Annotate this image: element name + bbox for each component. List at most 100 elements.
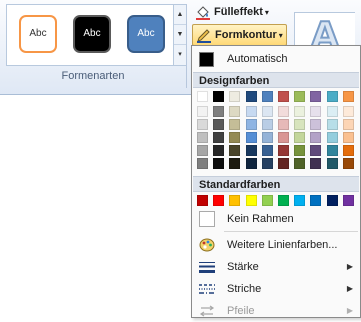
theme-color-swatch[interactable] <box>278 158 289 169</box>
theme-color-swatch[interactable] <box>229 132 240 143</box>
theme-color-swatch[interactable] <box>327 119 338 130</box>
theme-color-swatch[interactable] <box>343 158 354 169</box>
theme-color-swatch[interactable] <box>197 158 208 169</box>
theme-color-swatch[interactable] <box>294 91 305 102</box>
shape-fill-button[interactable]: Fülleffekt ▾ <box>192 2 275 22</box>
color-palette-icon <box>199 238 215 252</box>
theme-color-swatch[interactable] <box>262 132 273 143</box>
theme-color-swatch[interactable] <box>197 145 208 156</box>
group-separator <box>186 4 187 88</box>
theme-color-swatch[interactable] <box>213 132 224 143</box>
theme-color-swatch[interactable] <box>343 119 354 130</box>
theme-color-swatch[interactable] <box>343 91 354 102</box>
menu-item-automatic-label: Automatisch <box>227 53 288 65</box>
theme-color-swatch[interactable] <box>213 106 224 117</box>
standard-color-swatch[interactable] <box>278 195 289 206</box>
theme-color-swatch[interactable] <box>294 158 305 169</box>
theme-color-swatch[interactable] <box>343 145 354 156</box>
menu-item-weight-label: Stärke <box>227 261 259 273</box>
theme-colors-header: Designfarben <box>193 72 359 88</box>
menu-item-weight[interactable]: Stärke ▶ <box>193 256 359 278</box>
menu-item-automatic[interactable]: Automatisch <box>193 48 359 70</box>
theme-color-swatch[interactable] <box>246 106 257 117</box>
theme-color-swatch[interactable] <box>327 132 338 143</box>
theme-color-swatch[interactable] <box>229 145 240 156</box>
theme-color-swatch[interactable] <box>327 158 338 169</box>
theme-color-swatch[interactable] <box>229 119 240 130</box>
theme-color-swatch[interactable] <box>213 119 224 130</box>
theme-color-swatch[interactable] <box>278 145 289 156</box>
theme-color-swatch[interactable] <box>246 132 257 143</box>
chevron-down-icon: ▾ <box>264 8 269 17</box>
theme-color-swatch[interactable] <box>278 91 289 102</box>
submenu-arrow-icon: ▶ <box>346 306 353 315</box>
theme-color-swatch[interactable] <box>294 106 305 117</box>
theme-color-swatch[interactable] <box>294 119 305 130</box>
shape-style-blue[interactable]: Abc <box>127 15 165 53</box>
standard-color-swatch[interactable] <box>262 195 273 206</box>
theme-color-swatch[interactable] <box>262 91 273 102</box>
gallery-more-button[interactable]: ▾ <box>174 45 186 64</box>
shape-style-black[interactable]: Abc <box>73 15 111 53</box>
theme-color-swatch[interactable] <box>310 145 321 156</box>
menu-item-dashes-label: Striche <box>227 283 262 295</box>
theme-color-swatch[interactable] <box>294 145 305 156</box>
no-outline-swatch <box>199 211 215 227</box>
theme-color-swatch[interactable] <box>262 119 273 130</box>
shape-outline-button[interactable]: Formkontur ▾ <box>192 24 287 46</box>
standard-color-swatch[interactable] <box>310 195 321 206</box>
shape-outline-label: Formkontur <box>215 29 277 41</box>
theme-color-swatch[interactable] <box>278 106 289 117</box>
standard-color-swatch[interactable] <box>343 195 354 206</box>
menu-item-more-colors[interactable]: Weitere Linienfarben... <box>193 234 359 256</box>
theme-color-swatch[interactable] <box>262 158 273 169</box>
standard-color-swatch[interactable] <box>246 195 257 206</box>
theme-color-swatch[interactable] <box>262 145 273 156</box>
theme-color-swatch[interactable] <box>197 119 208 130</box>
theme-color-swatch[interactable] <box>310 106 321 117</box>
theme-color-swatch[interactable] <box>327 106 338 117</box>
theme-color-swatch[interactable] <box>229 158 240 169</box>
gallery-scroll-down-button[interactable]: ▼ <box>174 25 186 45</box>
shape-style-white-orange[interactable]: Abc <box>19 15 57 53</box>
theme-color-swatch[interactable] <box>229 91 240 102</box>
theme-color-swatch[interactable] <box>213 145 224 156</box>
line-weight-icon <box>199 262 215 273</box>
chevron-down-icon: ▾ <box>278 31 283 40</box>
theme-color-swatch[interactable] <box>246 119 257 130</box>
standard-color-swatch[interactable] <box>327 195 338 206</box>
standard-color-swatch[interactable] <box>213 195 224 206</box>
theme-color-swatch[interactable] <box>278 132 289 143</box>
theme-color-swatch[interactable] <box>310 158 321 169</box>
standard-color-swatch[interactable] <box>229 195 240 206</box>
theme-color-swatch[interactable] <box>229 106 240 117</box>
menu-item-arrows[interactable]: Pfeile ▶ <box>193 300 359 322</box>
theme-color-swatch[interactable] <box>327 91 338 102</box>
theme-color-swatch[interactable] <box>343 132 354 143</box>
theme-color-swatch[interactable] <box>213 158 224 169</box>
standard-color-swatch[interactable] <box>197 195 208 206</box>
theme-color-swatch[interactable] <box>246 91 257 102</box>
theme-color-swatch[interactable] <box>310 132 321 143</box>
standard-color-swatch[interactable] <box>294 195 305 206</box>
theme-color-swatch[interactable] <box>246 145 257 156</box>
menu-item-no-outline-label: Kein Rahmen <box>227 213 294 225</box>
group-label-shape-styles: Formenarten <box>61 70 125 82</box>
theme-color-swatch[interactable] <box>197 106 208 117</box>
theme-color-swatch[interactable] <box>278 119 289 130</box>
theme-color-swatch[interactable] <box>294 132 305 143</box>
theme-color-swatch[interactable] <box>262 106 273 117</box>
menu-item-arrows-label: Pfeile <box>227 305 255 317</box>
shape-fill-label: Fülleffekt <box>214 6 263 18</box>
theme-color-swatch[interactable] <box>310 119 321 130</box>
theme-color-swatch[interactable] <box>213 91 224 102</box>
gallery-scroll-up-button[interactable]: ▲ <box>174 5 186 25</box>
theme-color-swatch[interactable] <box>327 145 338 156</box>
theme-color-swatch[interactable] <box>246 158 257 169</box>
theme-color-swatch[interactable] <box>310 91 321 102</box>
menu-item-no-outline[interactable]: Kein Rahmen <box>193 208 359 230</box>
theme-color-swatch[interactable] <box>197 132 208 143</box>
menu-item-dashes[interactable]: Striche ▶ <box>193 278 359 300</box>
theme-color-swatch[interactable] <box>197 91 208 102</box>
theme-color-swatch[interactable] <box>343 106 354 117</box>
